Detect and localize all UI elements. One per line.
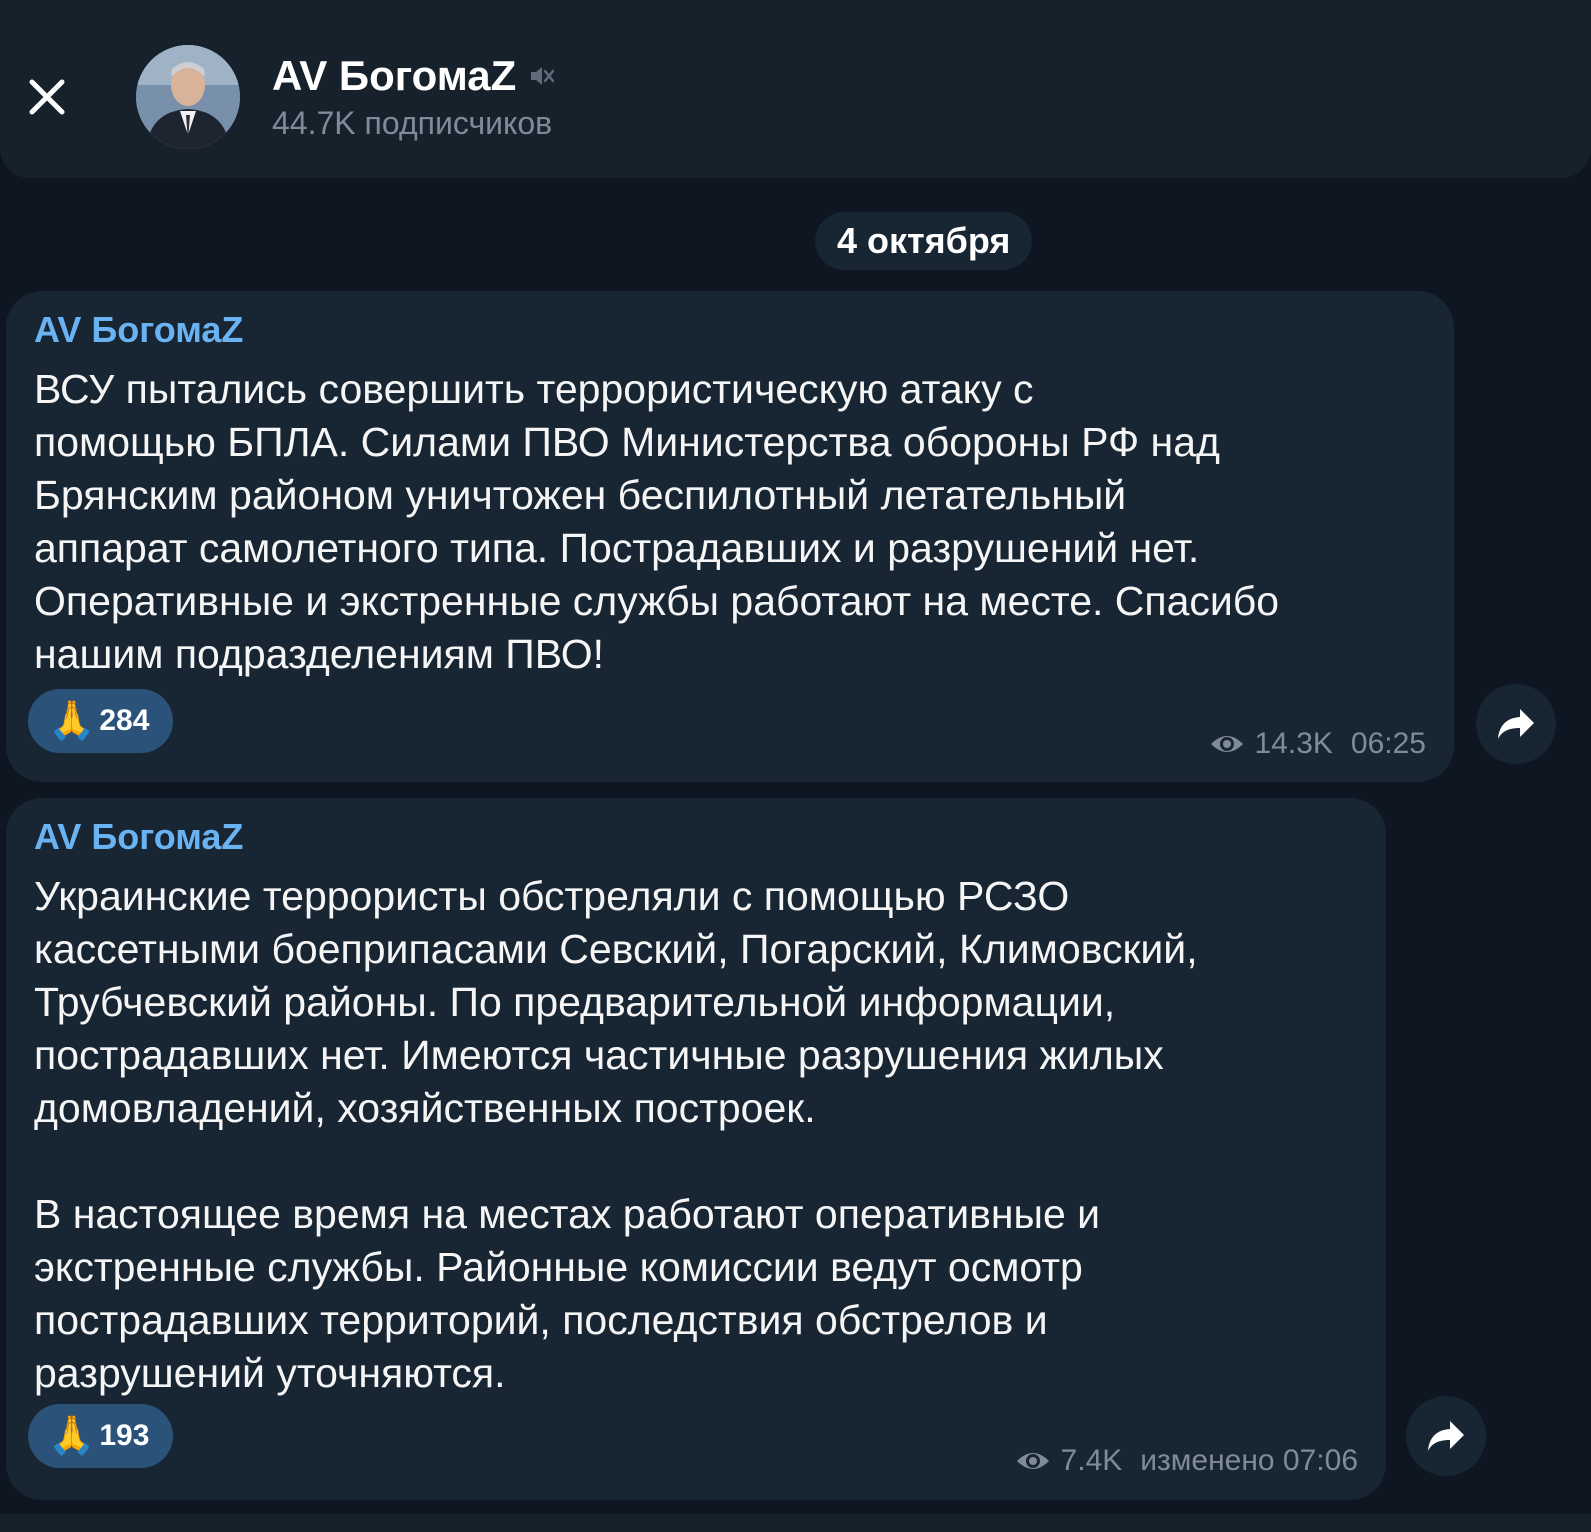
channel-header: AV БогомаZ 44.7K подписчиков	[0, 0, 1591, 178]
message-time: изменено 07:06	[1140, 1444, 1358, 1477]
share-arrow-icon	[1428, 1421, 1464, 1451]
message-text: ВСУ пытались совершить террористическую …	[34, 366, 1280, 677]
bottom-bar	[0, 1514, 1591, 1532]
share-button[interactable]	[1406, 1396, 1486, 1476]
message-meta: 7.4K изменено 07:06	[1015, 1444, 1358, 1478]
channel-name: AV БогомаZ	[272, 52, 517, 99]
share-arrow-icon	[1498, 709, 1534, 739]
eye-icon	[1210, 736, 1243, 752]
eye-icon	[1016, 1453, 1049, 1469]
close-button[interactable]	[22, 72, 72, 122]
reaction-count: 193	[99, 1419, 150, 1452]
message-time: 06:25	[1350, 727, 1426, 760]
channel-avatar[interactable]	[136, 45, 240, 149]
view-count: 14.3K	[1254, 727, 1333, 760]
pray-emoji-icon: 🙏	[48, 700, 96, 742]
reaction-button[interactable]: 🙏 193	[28, 1404, 174, 1468]
date-separator: 4 октября	[815, 212, 1033, 270]
message-author[interactable]: AV БогомаZ	[34, 309, 243, 351]
subscriber-count: 44.7K подписчиков	[272, 105, 553, 141]
share-button[interactable]	[1476, 684, 1556, 764]
pray-emoji-icon: 🙏	[48, 1415, 96, 1457]
message-bubble[interactable]: AV БогомаZ ВСУ пытались совершить террор…	[6, 291, 1454, 782]
muted-icon	[528, 63, 555, 89]
message-text: Украинские террористы обстреляли с помощ…	[34, 873, 1198, 1396]
reaction-button[interactable]: 🙏 284	[28, 689, 174, 753]
message-meta: 14.3K 06:25	[1209, 727, 1426, 761]
message-author[interactable]: AV БогомаZ	[34, 816, 243, 858]
close-icon	[29, 79, 65, 115]
channel-title[interactable]: AV БогомаZ	[272, 52, 555, 100]
reaction-count: 284	[99, 704, 150, 737]
view-count: 7.4K	[1060, 1444, 1123, 1477]
message-bubble[interactable]: AV БогомаZ Украинские террористы обстрел…	[6, 798, 1386, 1500]
